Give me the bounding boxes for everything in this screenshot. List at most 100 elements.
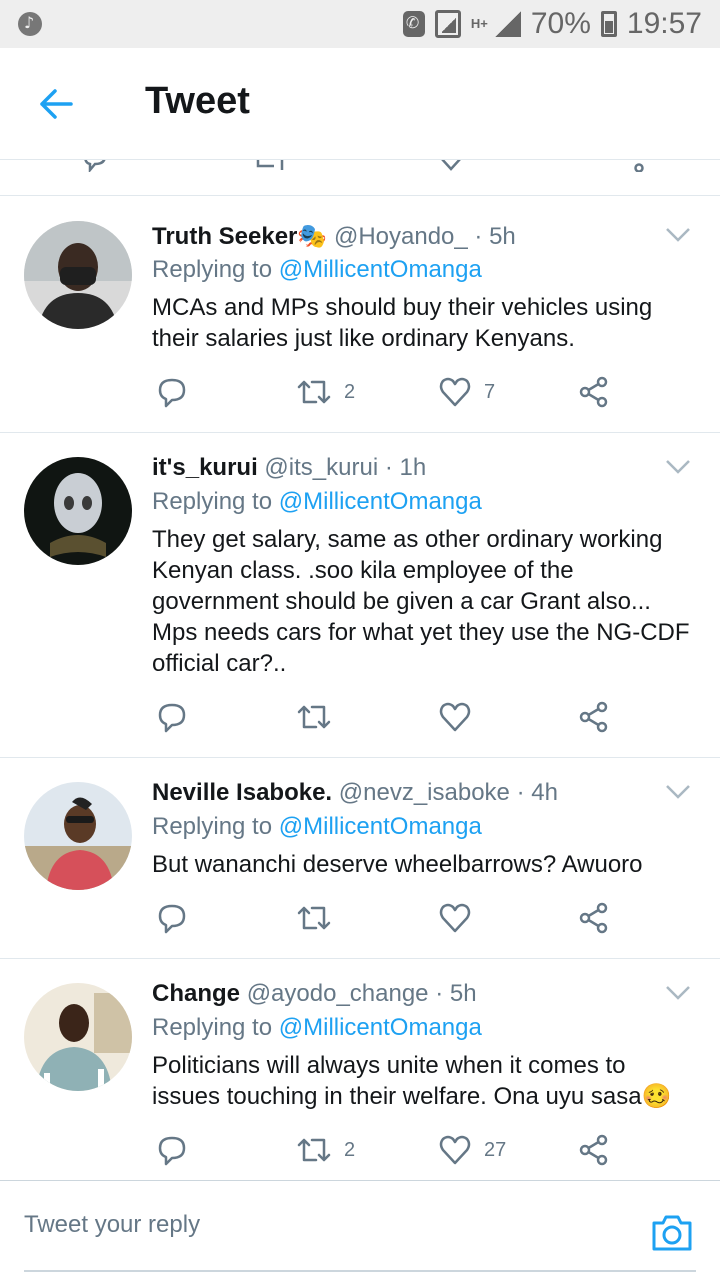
tweet-header: Neville Isaboke. @nevz_isaboke · 4h xyxy=(152,779,558,807)
back-button[interactable] xyxy=(30,78,82,130)
retweet-count: 2 xyxy=(344,380,356,403)
avatar[interactable] xyxy=(24,983,132,1091)
retweet-icon xyxy=(297,906,331,930)
heart-icon xyxy=(439,1135,471,1165)
replying-to: Replying to @MillicentOmanga xyxy=(152,813,482,840)
avatar[interactable] xyxy=(24,457,132,565)
camera-button[interactable] xyxy=(650,1211,694,1255)
author-name[interactable]: it's_kurui xyxy=(152,454,258,481)
like-button[interactable] xyxy=(438,898,484,938)
reply-button[interactable] xyxy=(156,1130,188,1170)
like-button[interactable]: 7 xyxy=(438,372,495,412)
tweet-actions xyxy=(152,697,632,737)
previous-tweet-actions xyxy=(0,160,720,196)
status-icons: H+ 70% 19:57 xyxy=(402,6,702,42)
camera-icon xyxy=(652,1215,692,1251)
tweet-header: Change @ayodo_change · 5h xyxy=(152,980,477,1008)
tweet-time: · 4h xyxy=(516,779,558,806)
tweet-item[interactable]: Neville Isaboke. @nevz_isaboke · 4h Repl… xyxy=(0,758,720,959)
mention-link[interactable]: @MillicentOmanga xyxy=(279,1014,482,1041)
retweet-icon xyxy=(297,380,331,404)
sim-signal-icon xyxy=(434,10,461,38)
tweet-item[interactable]: Truth Seeker🎭 @Hoyando_ · 5h Replying to… xyxy=(0,197,720,433)
tweet-time: · 5h xyxy=(474,223,516,250)
author-name[interactable]: Truth Seeker🎭 xyxy=(152,223,327,250)
author-handle[interactable]: @ayodo_change xyxy=(247,980,429,1007)
share-icon xyxy=(579,701,608,733)
app-header: Tweet xyxy=(0,48,720,160)
retweet-button[interactable]: 2 xyxy=(296,372,355,412)
battery-percent: 70% xyxy=(530,7,591,40)
tweet-text: They get salary, same as other ordinary … xyxy=(152,526,690,677)
reply-input[interactable]: Tweet your reply xyxy=(24,1211,200,1239)
replying-to: Replying to @MillicentOmanga xyxy=(152,256,482,283)
network-type: H+ xyxy=(470,16,488,31)
replying-to: Replying to @MillicentOmanga xyxy=(152,1014,482,1041)
chevron-down-icon[interactable] xyxy=(664,782,692,802)
like-count: 27 xyxy=(484,1138,507,1161)
heart-icon xyxy=(439,377,471,407)
tweet-time: · 1h xyxy=(384,454,427,481)
back-arrow-icon xyxy=(40,89,73,119)
retweet-icon[interactable] xyxy=(254,160,290,172)
chevron-down-icon[interactable] xyxy=(664,225,692,245)
share-icon xyxy=(579,376,608,408)
avatar[interactable] xyxy=(24,782,132,890)
share-button[interactable] xyxy=(578,898,610,938)
retweet-icon xyxy=(297,705,331,729)
heart-icon xyxy=(439,702,471,732)
reply-button[interactable] xyxy=(156,697,188,737)
like-button[interactable]: 27 xyxy=(438,1130,506,1170)
reply-icon xyxy=(158,1136,186,1166)
mention-link[interactable]: @MillicentOmanga xyxy=(279,813,482,840)
tweet-text: Politicians will always unite when it co… xyxy=(152,1052,672,1110)
music-notification-icon xyxy=(18,12,42,36)
mention-link[interactable]: @MillicentOmanga xyxy=(279,256,482,283)
page-title: Tweet xyxy=(145,80,250,122)
tweet-text: MCAs and MPs should buy their vehicles u… xyxy=(152,294,653,352)
mention-link[interactable]: @MillicentOmanga xyxy=(279,488,482,515)
author-name[interactable]: Neville Isaboke. xyxy=(152,779,332,806)
share-icon xyxy=(579,902,608,934)
reply-icon[interactable] xyxy=(82,160,108,172)
share-button[interactable] xyxy=(578,1130,610,1170)
retweet-button[interactable] xyxy=(296,898,344,938)
retweet-count: 2 xyxy=(344,1138,356,1161)
tweet-actions: 2 27 xyxy=(152,1130,632,1170)
reply-input-underline xyxy=(24,1270,696,1272)
signal-icon xyxy=(494,11,521,37)
author-handle[interactable]: @its_kurui xyxy=(264,454,378,481)
share-icon xyxy=(579,1134,608,1166)
reply-button[interactable] xyxy=(156,898,188,938)
tweet-header: Truth Seeker🎭 @Hoyando_ · 5h xyxy=(152,222,516,251)
reply-icon xyxy=(158,378,186,408)
reply-icon xyxy=(158,703,186,733)
share-button[interactable] xyxy=(578,697,610,737)
tweet-item[interactable]: it's_kurui @its_kurui · 1h Replying to @… xyxy=(0,433,720,758)
like-button[interactable] xyxy=(438,697,484,737)
reply-icon xyxy=(158,904,186,934)
chevron-down-icon[interactable] xyxy=(664,457,692,477)
tweet-actions: 2 7 xyxy=(152,372,632,412)
author-name[interactable]: Change xyxy=(152,980,240,1007)
replying-to: Replying to @MillicentOmanga xyxy=(152,488,482,515)
heart-icon xyxy=(439,903,471,933)
status-bar: H+ 70% 19:57 xyxy=(0,0,720,48)
share-button[interactable] xyxy=(578,372,610,412)
battery-icon xyxy=(600,11,617,37)
tweet-text: But wananchi deserve wheelbarrows? Awuor… xyxy=(152,851,643,878)
call-icon xyxy=(402,11,425,37)
tweet-actions xyxy=(152,898,632,938)
avatar[interactable] xyxy=(24,221,132,329)
reply-button[interactable] xyxy=(156,372,188,412)
author-handle[interactable]: @Hoyando_ xyxy=(334,223,468,250)
reply-composer: Tweet your reply xyxy=(0,1180,720,1280)
chevron-down-icon[interactable] xyxy=(664,983,692,1003)
heart-icon[interactable] xyxy=(438,160,464,172)
tweet-item[interactable]: Change @ayodo_change · 5h Replying to @M… xyxy=(0,959,720,1180)
retweet-button[interactable]: 2 xyxy=(296,1130,355,1170)
author-handle[interactable]: @nevz_isaboke xyxy=(339,779,510,806)
tweet-time: · 5h xyxy=(435,980,477,1007)
retweet-button[interactable] xyxy=(296,697,344,737)
share-icon[interactable] xyxy=(626,160,652,172)
